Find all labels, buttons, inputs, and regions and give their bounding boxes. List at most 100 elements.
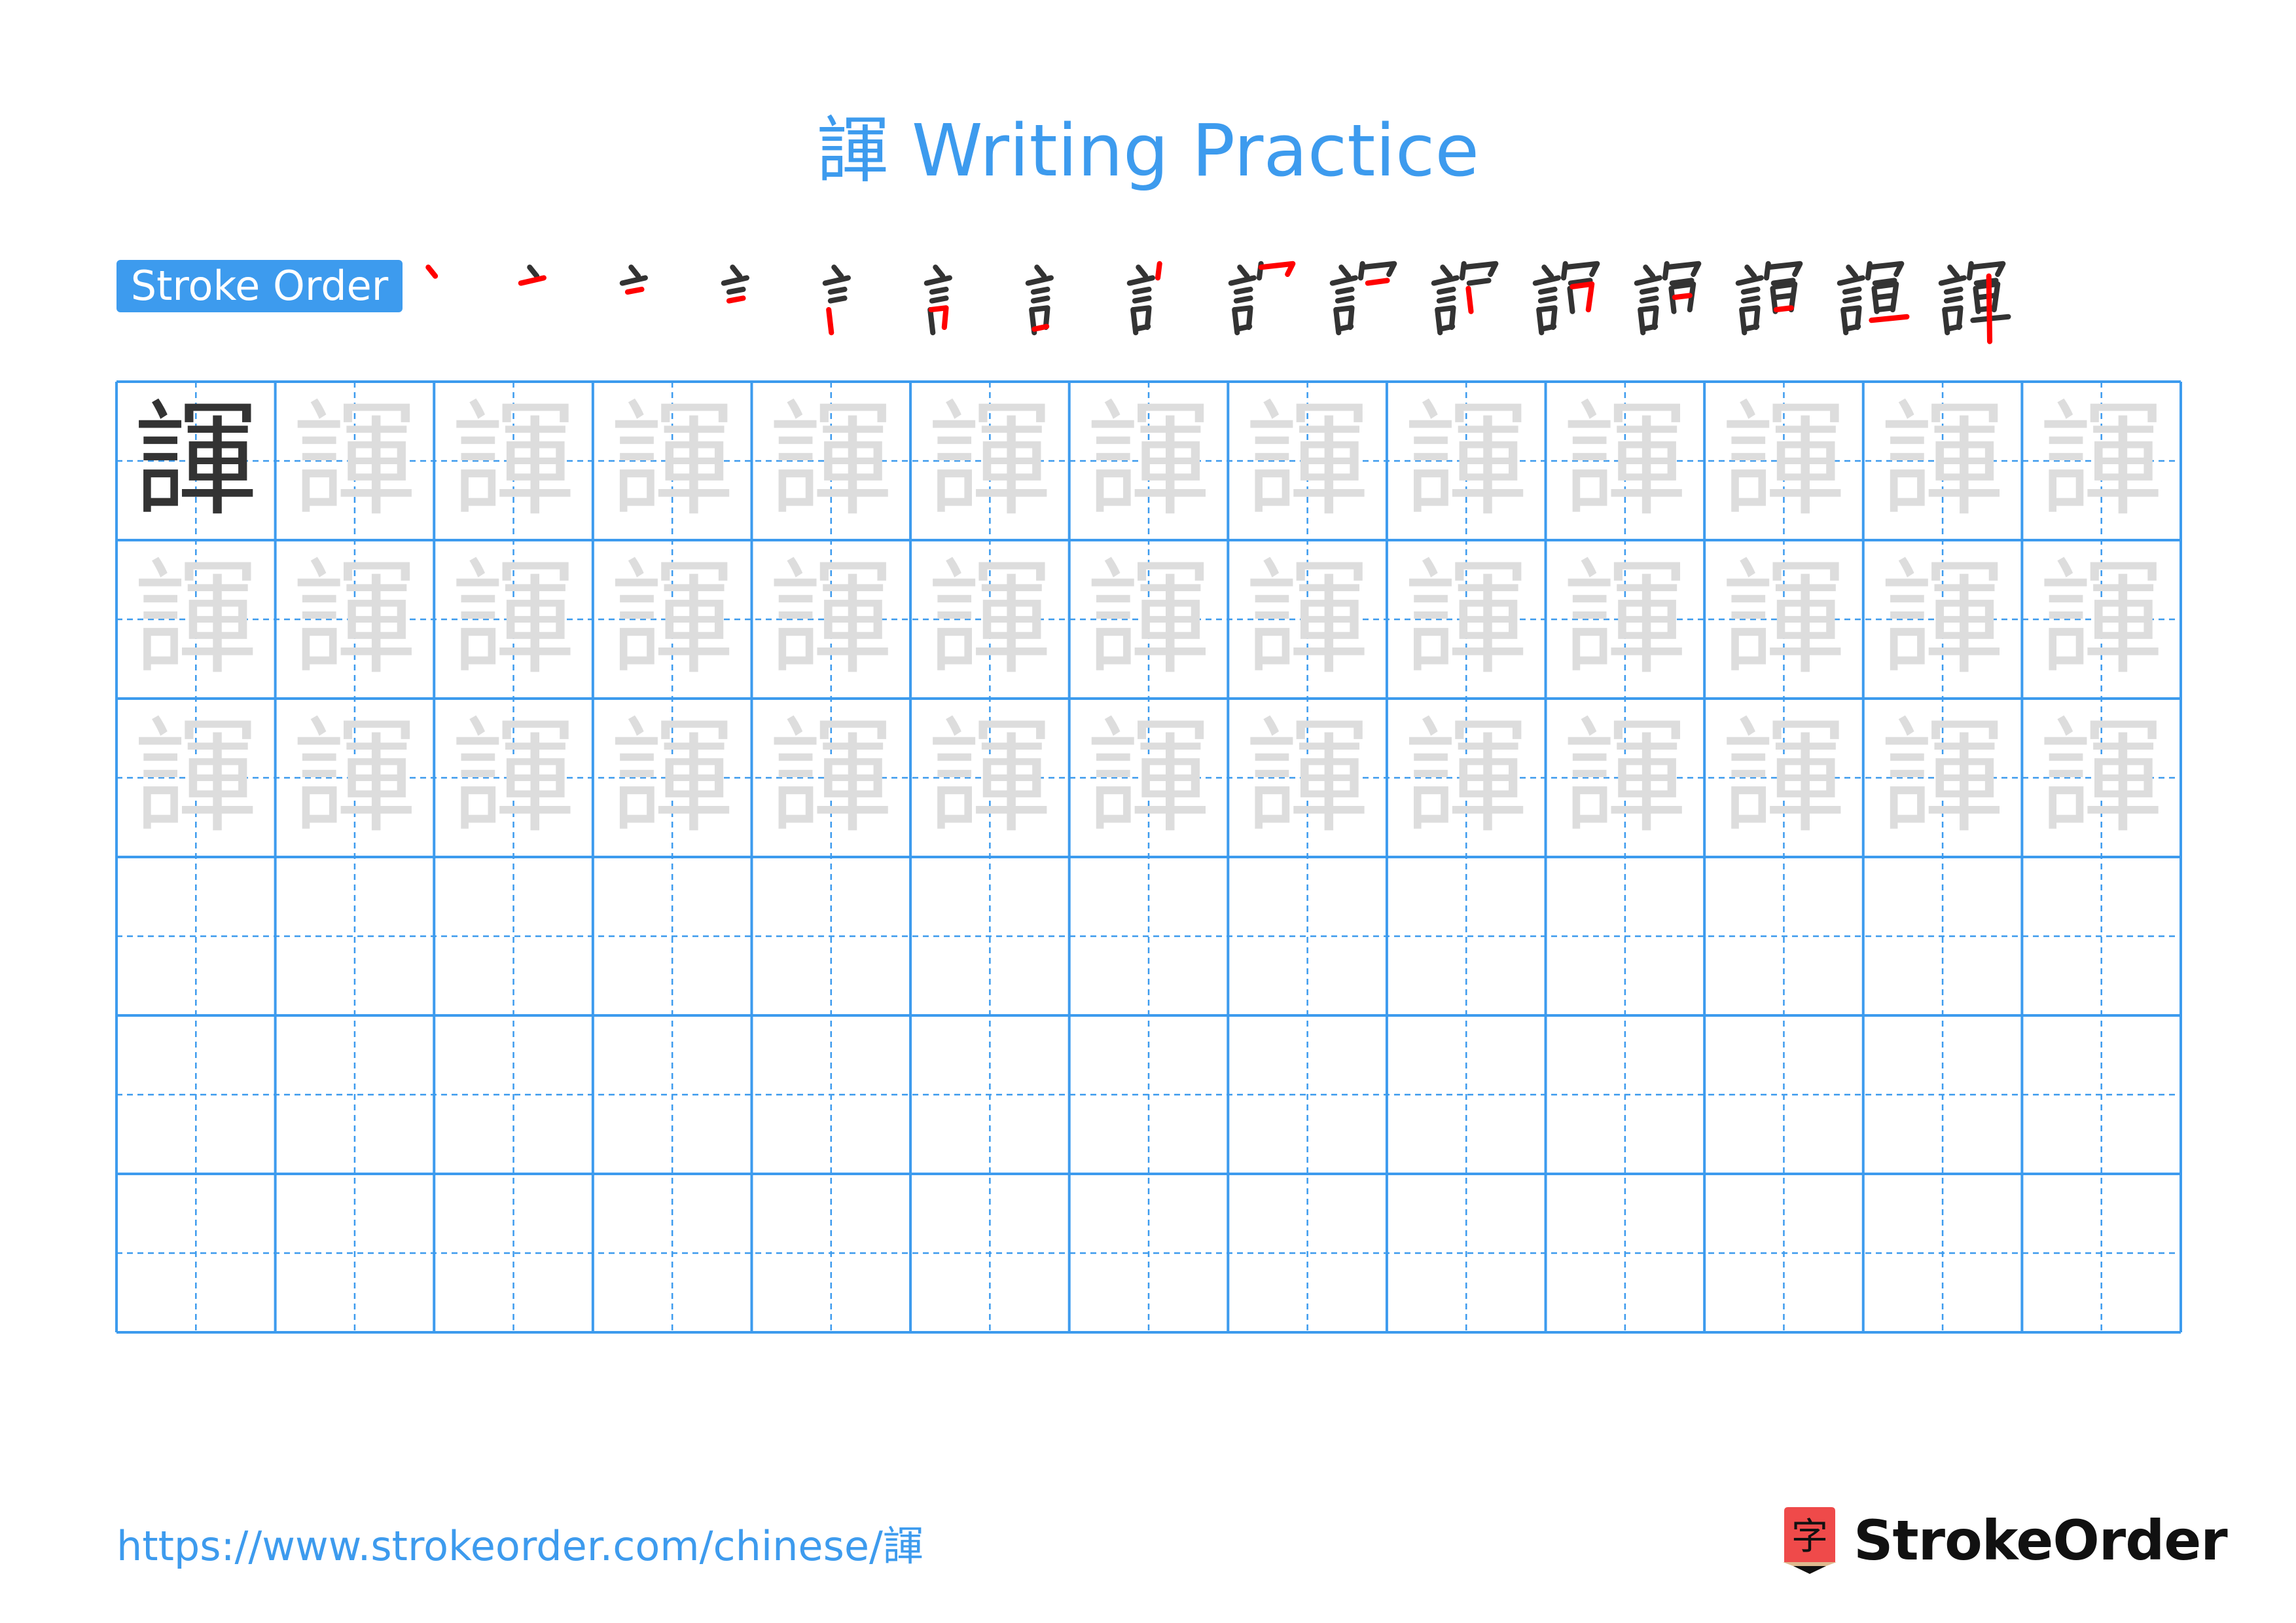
practice-cell[interactable] [1069,1174,1229,1332]
practice-cell[interactable] [276,1174,435,1332]
previous-stroke [1943,286,1964,295]
trace-character: 諢 [1880,547,2005,691]
practice-cell[interactable] [434,1015,593,1174]
practice-cell[interactable]: 諢 [1546,699,1705,857]
practice-cell[interactable] [910,857,1069,1015]
previous-stroke [730,264,743,279]
practice-cell[interactable]: 諢 [1228,699,1387,857]
practice-cell[interactable] [1228,1015,1387,1174]
trace-character: 諢 [292,388,417,533]
practice-cell[interactable] [434,857,593,1015]
practice-cell[interactable]: 諢 [1387,382,1546,540]
previous-stroke [1532,275,1561,286]
practice-cell[interactable] [276,1015,435,1174]
trace-character: 諢 [134,547,259,691]
practice-cell[interactable] [1387,1174,1546,1332]
practice-cell[interactable]: 諢 [910,540,1069,699]
practice-cell[interactable] [593,1015,752,1174]
practice-cell[interactable]: 諢 [593,382,752,540]
practice-cell[interactable]: 諢 [593,699,752,857]
practice-cell[interactable] [1069,857,1229,1015]
stroke-step-9 [1224,257,1312,345]
practice-cell[interactable]: 諢 [1228,382,1387,540]
trace-character: 諢 [134,705,259,850]
practice-cell[interactable] [1387,857,1546,1015]
practice-cell[interactable] [2022,1015,2181,1174]
practice-cell[interactable]: 諢 [117,540,276,699]
stroke-step-2 [514,257,602,345]
practice-cell[interactable] [1069,1015,1229,1174]
practice-cell[interactable]: 諢 [276,699,435,857]
practice-cell[interactable]: 諢 [1704,699,1863,857]
practice-cell[interactable]: 諢 [593,540,752,699]
practice-cell[interactable]: 諢 [751,699,910,857]
practice-cell[interactable]: 諢 [2022,382,2181,540]
brand-logo[interactable]: 字 StrokeOrder [1780,1506,2228,1575]
practice-cell[interactable]: 諢 [751,540,910,699]
practice-cell[interactable] [1704,857,1863,1015]
stroke-step-8 [1122,257,1211,345]
practice-cell[interactable] [1546,1174,1705,1332]
practice-cell[interactable]: 諢 [434,540,593,699]
practice-cell[interactable] [751,1015,910,1174]
practice-cell[interactable]: 諢 [1863,382,2022,540]
practice-cell[interactable]: 諢 [1704,382,1863,540]
practice-cell[interactable] [1704,1174,1863,1332]
current-stroke [1773,305,1794,313]
practice-cell[interactable]: 諢 [434,382,593,540]
practice-cell[interactable] [117,1174,276,1332]
practice-cell[interactable] [1228,1174,1387,1332]
practice-cell[interactable] [1704,1015,1863,1174]
practice-cell[interactable]: 諢 [910,382,1069,540]
current-stroke [1465,285,1474,314]
trace-character: 諢 [768,388,893,533]
practice-cell[interactable] [593,1174,752,1332]
practice-cell[interactable]: 諢 [434,699,593,857]
practice-cell[interactable]: 諢 [1069,540,1229,699]
practice-cell[interactable]: 諢 [751,382,910,540]
practice-cell[interactable]: 諢 [1704,540,1863,699]
previous-stroke [1744,264,1757,279]
practice-cell[interactable] [1863,1015,2022,1174]
practice-cell[interactable]: 諢 [910,699,1069,857]
practice-cell[interactable]: 諢 [2022,540,2181,699]
practice-cell[interactable] [434,1174,593,1332]
practice-cell[interactable]: 諢 [117,382,276,540]
practice-cell[interactable] [1546,857,1705,1015]
practice-cell[interactable]: 諢 [117,699,276,857]
practice-cell[interactable] [1863,857,2022,1015]
practice-cell[interactable]: 諢 [1863,699,2022,857]
previous-stroke [929,295,949,304]
practice-cell[interactable] [751,1174,910,1332]
practice-cell[interactable] [117,857,276,1015]
practice-cell[interactable]: 諢 [1069,699,1229,857]
practice-cell[interactable]: 諢 [1387,699,1546,857]
practice-cell[interactable] [751,857,910,1015]
previous-stroke [1359,261,1397,278]
practice-cell[interactable] [2022,1174,2181,1332]
practice-cell[interactable] [1546,1015,1705,1174]
trace-character: 諢 [1562,388,1687,533]
practice-cell[interactable] [910,1015,1069,1174]
practice-cell[interactable]: 諢 [2022,699,2181,857]
practice-cell[interactable]: 諢 [276,382,435,540]
previous-stroke [1968,261,2006,278]
practice-cell[interactable] [117,1015,276,1174]
practice-cell[interactable] [910,1174,1069,1332]
practice-cell[interactable] [1228,857,1387,1015]
practice-cell[interactable]: 諢 [276,540,435,699]
practice-cell[interactable] [1863,1174,2022,1332]
practice-cell[interactable] [593,857,752,1015]
practice-cell[interactable]: 諢 [1228,540,1387,699]
practice-cell[interactable]: 諢 [1546,540,1705,699]
practice-cell[interactable]: 諢 [1546,382,1705,540]
stroke-order-badge: Stroke Order [117,260,403,312]
previous-stroke [1437,323,1456,332]
practice-cell[interactable] [276,857,435,1015]
practice-cell[interactable] [2022,857,2181,1015]
practice-cell[interactable] [1387,1015,1546,1174]
footer-url-link[interactable]: https://www.strokeorder.com/chinese/諢 [117,1520,924,1573]
practice-cell[interactable]: 諢 [1387,540,1546,699]
practice-cell[interactable]: 諢 [1863,540,2022,699]
practice-cell[interactable]: 諢 [1069,382,1229,540]
